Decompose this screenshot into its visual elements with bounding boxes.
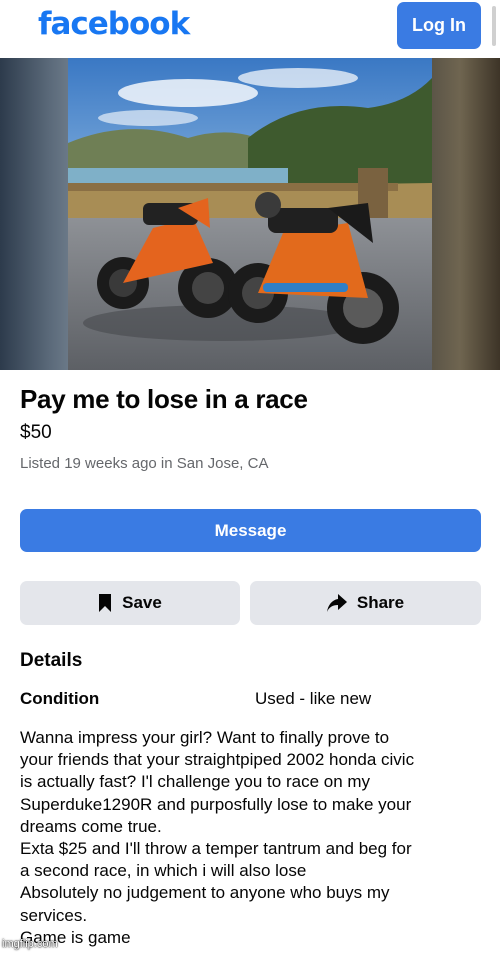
top-bar: facebook Log In: [0, 0, 500, 58]
share-button[interactable]: Share: [250, 581, 481, 625]
description-line: Superduke1290R and purposfully lose to m…: [20, 794, 412, 814]
message-button[interactable]: Message: [20, 509, 481, 552]
condition-label: Condition: [20, 689, 100, 708]
description-line: Absolutely no judgement to anyone who bu…: [20, 883, 390, 903]
description-line: your friends that your straightpiped 200…: [20, 750, 415, 770]
login-button[interactable]: Log In: [397, 2, 481, 49]
bookmark-icon: [99, 594, 112, 612]
description-line: Exta $25 and I'll throw a temper tantrum…: [20, 839, 412, 859]
listing-title: Pay me to lose in a race: [20, 384, 308, 414]
description-line: Wanna impress your girl? Want to finally…: [20, 728, 390, 747]
motorcycles-photo[interactable]: [68, 58, 432, 370]
description-line: dreams come true.: [20, 816, 162, 836]
details-heading: Details: [20, 650, 83, 671]
listing-price: $50: [20, 422, 52, 443]
listing-meta: Listed 19 weeks ago in San Jose, CA: [20, 455, 269, 472]
scrollbar[interactable]: [492, 6, 496, 46]
description-line: is actually fast? I'l challenge you to r…: [20, 772, 371, 792]
listing-photo-area[interactable]: [0, 58, 500, 370]
share-arrow-icon: [326, 594, 347, 612]
description-line: a second race, in which i will also lose: [20, 861, 307, 881]
description-line: services.: [20, 905, 88, 925]
description-line: Game is game: [20, 927, 131, 947]
listing-description: Wanna impress your girl? Want to finally…: [20, 727, 490, 949]
share-label: Share: [356, 593, 405, 612]
condition-value: Used - like new: [255, 689, 372, 708]
save-button[interactable]: Save: [20, 581, 240, 625]
save-label: Save: [122, 593, 162, 612]
facebook-logo[interactable]: facebook: [38, 6, 190, 42]
imgflip-watermark: imgflip.com: [2, 938, 58, 950]
